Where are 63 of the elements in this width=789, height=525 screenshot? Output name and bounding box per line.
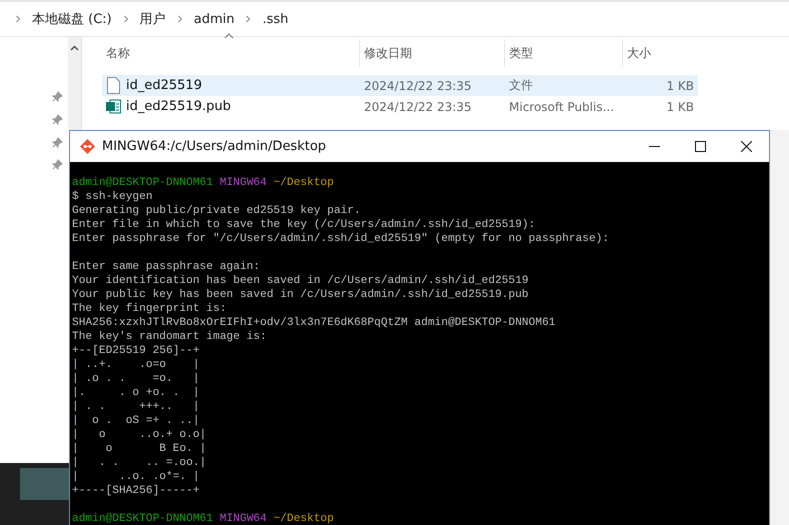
terminal-line: | ..+. .o=o |	[72, 358, 201, 372]
file-type: Microsoft Publis...	[509, 100, 614, 114]
terminal-line: +--[ED25519 256]--+	[72, 344, 201, 358]
close-icon	[740, 141, 752, 152]
prompt-user-host: admin@DESKTOP-DNNOM61	[72, 177, 213, 189]
terminal-line: | ..o. .o*=. |	[72, 470, 201, 484]
prompt-user-host: admin@DESKTOP-DNNOM61	[72, 513, 213, 525]
prompt-shell: MINGW64	[220, 177, 267, 189]
breadcrumb-item[interactable]: 用户	[136, 10, 170, 28]
thumbnail-placeholder	[20, 468, 69, 500]
chevron-icon	[244, 15, 252, 23]
prompt-path: ~/Desktop	[273, 177, 334, 189]
terminal-line: Enter same passphrase again:	[72, 260, 261, 274]
chevron-icon	[122, 15, 130, 23]
file-size: 1 KB	[666, 100, 694, 114]
file-type: 文件	[509, 77, 533, 94]
prompt-shell: MINGW64	[220, 513, 267, 525]
file-row[interactable]: id_ed25519 2024/12/22 23:35 文件 1 KB	[102, 75, 698, 96]
maximize-icon	[694, 141, 706, 152]
terminal-line: $ ssh-keygen	[72, 190, 154, 204]
pin-icon[interactable]	[52, 159, 63, 170]
prompt-path: ~/Desktop	[273, 513, 334, 525]
file-name: id_ed25519	[126, 78, 202, 93]
terminal-line: The key fingerprint is:	[72, 302, 228, 316]
terminal-line: | o B Eo. |	[72, 442, 208, 456]
scrollbar[interactable]	[68, 37, 82, 130]
file-date: 2024/12/22 23:35	[364, 100, 472, 114]
file-date: 2024/12/22 23:35	[364, 78, 472, 92]
column-header[interactable]: 修改日期	[360, 39, 505, 67]
chevron-icon	[176, 15, 184, 23]
publisher-file-icon	[106, 98, 121, 115]
terminal-line: SHA256:xzxhJTlRvBo8xOrEIFhI+odv/3lx3n7E6dK68PqQtZM admin@DESKTOP-DNNOM61	[72, 316, 556, 330]
terminal-line: Enter file in which to save the key (/c/Users/admin/.ssh/id_ed25519):	[72, 218, 536, 232]
document-icon	[106, 77, 121, 94]
pin-icon[interactable]	[52, 91, 63, 102]
terminal-line: Your identification has been saved in /c/Users/admin/.ssh/id_ed25519	[72, 274, 530, 288]
terminal-line: | .o . . =o. |	[72, 372, 201, 386]
window-title: MINGW64:/c/Users/admin/Desktop	[102, 139, 328, 154]
chevron-icon	[14, 15, 22, 23]
pin-icon[interactable]	[52, 114, 63, 125]
column-header[interactable]: 大小	[623, 39, 698, 67]
file-size: 1 KB	[666, 78, 694, 92]
column-header[interactable]: 名称	[102, 39, 360, 67]
breadcrumb-item[interactable]: admin	[190, 12, 238, 26]
scroll-up-icon[interactable]	[70, 45, 79, 51]
terminal-line: | o . oS =+ . ..|	[72, 414, 201, 428]
column-header[interactable]: 类型	[505, 39, 623, 67]
terminal-line: | . . +++.. |	[72, 400, 201, 414]
file-name: id_ed25519.pub	[126, 99, 231, 114]
terminal-line: |. . o +o. . |	[72, 386, 201, 400]
terminal-line: Generating public/private ed25519 key pair.	[72, 204, 362, 218]
terminal-line: Enter passphrase for "/c/Users/admin/.ssh/id_ed25519" (empty for no passphrase):	[72, 232, 610, 246]
terminal-line: +----[SHA256]-----+	[72, 484, 201, 498]
breadcrumb-item[interactable]: .ssh	[258, 12, 292, 26]
pin-icon[interactable]	[52, 137, 63, 148]
sort-caret-icon	[224, 33, 234, 39]
terminal-line: The key's randomart image is:	[72, 330, 268, 344]
terminal-line: | . . .. =.oo.|	[72, 456, 208, 470]
terminal-line: | o ..o.+ o.o|	[72, 428, 208, 442]
diamond-logo-icon	[79, 138, 96, 155]
breadcrumb-item[interactable]: 本地磁盘 (C:)	[28, 10, 116, 28]
terminal-line: Your public key has been saved in /c/Users/admin/.ssh/id_ed25519.pub	[72, 288, 530, 302]
file-row[interactable]: id_ed25519.pub 2024/12/22 23:35 Microsoft Publis... 1 KB	[102, 96, 698, 117]
